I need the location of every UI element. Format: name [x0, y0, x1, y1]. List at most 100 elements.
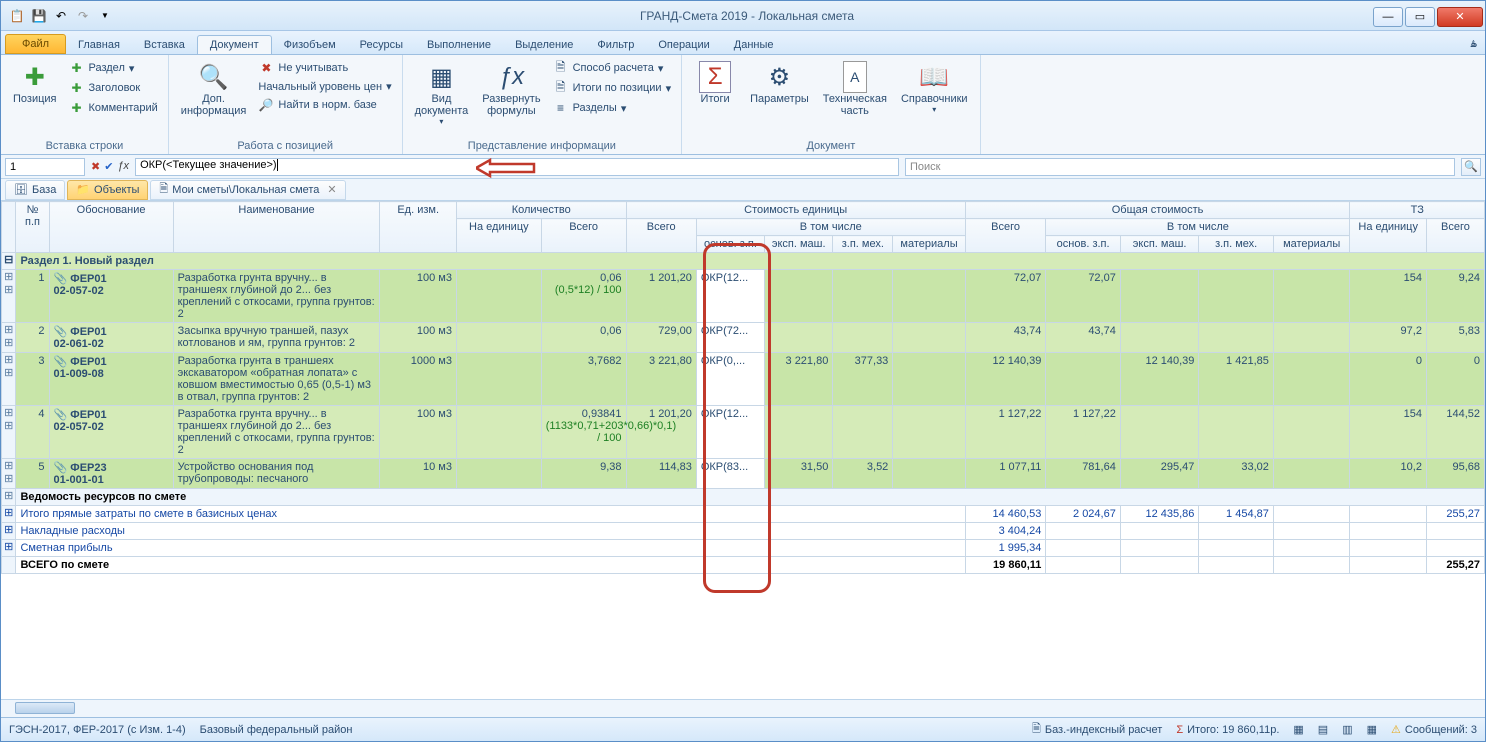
- col-naim[interactable]: Наименование: [173, 202, 380, 253]
- warning-icon: ⚠: [1391, 723, 1401, 736]
- maximize-button[interactable]: ▭: [1405, 7, 1435, 27]
- ne-uchit-button[interactable]: ✖Не учитывать: [256, 59, 393, 77]
- status-region: Базовый федеральный район: [200, 724, 353, 736]
- total-row: ⊞Накладные расходы3 404,24: [2, 523, 1485, 540]
- tab-main[interactable]: Главная: [66, 36, 132, 54]
- col-tz[interactable]: ТЗ: [1350, 202, 1485, 219]
- status-view2[interactable]: ▤: [1318, 723, 1328, 736]
- accept-formula-icon[interactable]: ✔: [104, 160, 113, 173]
- horizontal-scrollbar[interactable]: [1, 699, 1485, 717]
- calc-icon: 🗎: [1032, 720, 1041, 739]
- estimate-grid[interactable]: № п.п Обоснование Наименование Ед. изм. …: [1, 201, 1485, 699]
- minimize-button[interactable]: —: [1373, 7, 1403, 27]
- col-ed[interactable]: Ед. изм.: [380, 202, 457, 253]
- cell-reference-input[interactable]: [5, 158, 85, 176]
- col-num[interactable]: № п.п: [16, 202, 49, 253]
- doctab-baza[interactable]: 🗄База: [5, 180, 65, 200]
- table-row: ⊞ ⊞2📎 ФЕР0102-061-02Засыпка вручную тран…: [2, 323, 1485, 353]
- parametry-button[interactable]: ⚙Параметры: [746, 59, 813, 107]
- itogi-button[interactable]: ΣИтоги: [690, 59, 740, 107]
- plus-small-icon: ✚: [69, 100, 85, 116]
- tab-operations[interactable]: Операции: [646, 36, 721, 54]
- quick-access-toolbar: 📋 💾 ↶ ↷ ▼: [1, 8, 121, 24]
- summary-icon: 🗎: [553, 80, 569, 96]
- qat-dropdown-icon[interactable]: ▼: [97, 8, 113, 24]
- col-stoim-ed[interactable]: Стоимость единицы: [626, 202, 965, 219]
- comment-button[interactable]: ✚Комментарий: [67, 99, 160, 117]
- cross-icon: ✖: [258, 60, 274, 76]
- table-icon: ▦: [425, 61, 457, 93]
- vid-dokumenta-button[interactable]: ▦ Вид документа▾: [411, 59, 473, 128]
- sposob-rascheta-button[interactable]: 🗎Способ расчета ▾: [551, 59, 674, 77]
- status-itogo[interactable]: ΣИтого: 19 860,11р.: [1176, 724, 1279, 736]
- tab-selection[interactable]: Выделение: [503, 36, 585, 54]
- annotation-arrow-icon: [476, 156, 536, 180]
- book-icon: 📖: [918, 61, 950, 93]
- razvernut-formuly-button[interactable]: ƒx Развернуть формулы: [478, 59, 544, 119]
- razdel-button[interactable]: ✚Раздел ▾: [67, 59, 160, 77]
- fx-icon: ƒx: [495, 61, 527, 93]
- doctab-smeta[interactable]: 🗎Мои сметы\Локальная смета✕: [150, 180, 345, 200]
- calc-icon: 🗎: [553, 60, 569, 76]
- status-view3[interactable]: ▥: [1342, 723, 1352, 736]
- save-icon[interactable]: 💾: [31, 8, 47, 24]
- tab-document[interactable]: Документ: [197, 35, 272, 54]
- search-input[interactable]: Поиск: [905, 158, 1455, 176]
- document-tabs: 🗄База 📁Объекты 🗎Мои сметы\Локальная смет…: [1, 179, 1485, 201]
- gear-icon: ⚙: [763, 61, 795, 93]
- search-db-icon: 🔎: [258, 97, 274, 113]
- tab-insert[interactable]: Вставка: [132, 36, 197, 54]
- statusbar: ГЭСН-2017, ФЕР-2017 (с Изм. 1-4) Базовый…: [1, 717, 1485, 741]
- itogi-pozicii-button[interactable]: 🗎Итоги по позиции ▾: [551, 79, 674, 97]
- folder-icon: 📁: [76, 183, 90, 196]
- section-header-row: ⊟Раздел 1. Новый раздел: [2, 253, 1485, 270]
- table-row: ⊞ ⊞4📎 ФЕР0102-057-02Разработка грунта вр…: [2, 406, 1485, 459]
- redo-icon[interactable]: ↷: [75, 8, 91, 24]
- formula-bar: ✖ ✔ ƒx ОКР(<Текущее значение>) Поиск 🔍: [1, 155, 1485, 179]
- tab-resources[interactable]: Ресурсы: [348, 36, 415, 54]
- naiti-button[interactable]: 🔎Найти в норм. базе: [256, 96, 393, 114]
- ribbon-tabs: Файл Главная Вставка Документ Физобъем Р…: [1, 31, 1485, 55]
- doc-a-icon: A: [843, 61, 867, 93]
- titlebar: 📋 💾 ↶ ↷ ▼ ГРАНД-Смета 2019 - Локальная с…: [1, 1, 1485, 31]
- col-obos[interactable]: Обоснование: [49, 202, 173, 253]
- tab-filter[interactable]: Фильтр: [585, 36, 646, 54]
- db-icon: 🗄: [14, 183, 28, 196]
- tech-chast-button[interactable]: AТехническая часть: [819, 59, 891, 119]
- status-view1[interactable]: ▦: [1293, 723, 1303, 736]
- nach-uroven-button[interactable]: Начальный уровень цен ▾: [256, 79, 393, 94]
- close-icon[interactable]: ✕: [327, 183, 336, 196]
- application-window: 📋 💾 ↶ ↷ ▼ ГРАНД-Смета 2019 - Локальная с…: [0, 0, 1486, 742]
- scrollbar-thumb[interactable]: [15, 702, 75, 714]
- tab-data[interactable]: Данные: [722, 36, 786, 54]
- cancel-formula-icon[interactable]: ✖: [91, 160, 100, 173]
- ribbon-help-icon[interactable]: ۿ: [1463, 33, 1485, 54]
- table-row: ⊞ ⊞1📎 ФЕР0102-057-02Разработка грунта вр…: [2, 270, 1485, 323]
- magnifier-icon: 🔍: [198, 61, 230, 93]
- doctab-objects[interactable]: 📁Объекты: [67, 180, 148, 200]
- status-calc-type[interactable]: 🗎Баз.-индексный расчет: [1032, 720, 1162, 739]
- table-row: ⊞ ⊞5📎 ФЕР2301-001-01Устройство основания…: [2, 459, 1485, 489]
- tab-execution[interactable]: Выполнение: [415, 36, 503, 54]
- col-obsh[interactable]: Общая стоимость: [965, 202, 1350, 219]
- ribbon: ✚ Позиция ✚Раздел ▾ ✚Заголовок ✚Коммента…: [1, 55, 1485, 155]
- undo-icon[interactable]: ↶: [53, 8, 69, 24]
- razdely-button[interactable]: ≡Разделы ▾: [551, 99, 674, 117]
- position-button[interactable]: ✚ Позиция: [9, 59, 61, 107]
- status-messages[interactable]: ⚠Сообщений: 3: [1391, 723, 1477, 736]
- tab-fizobem[interactable]: Физобъем: [272, 36, 348, 54]
- close-button[interactable]: ✕: [1437, 7, 1483, 27]
- plus-small-icon: ✚: [69, 80, 85, 96]
- fx-label-icon[interactable]: ƒx: [117, 160, 129, 173]
- spravochniki-button[interactable]: 📖Справочники▾: [897, 59, 972, 116]
- status-norms: ГЭСН-2017, ФЕР-2017 (с Изм. 1-4): [9, 724, 186, 736]
- file-tab[interactable]: Файл: [5, 34, 66, 54]
- zagolovok-button[interactable]: ✚Заголовок: [67, 79, 160, 97]
- formula-input[interactable]: ОКР(<Текущее значение>): [135, 158, 899, 176]
- sigma-icon: Σ: [1176, 724, 1183, 736]
- status-view4[interactable]: ▦: [1367, 723, 1377, 736]
- dopinfo-button[interactable]: 🔍 Доп. информация: [177, 59, 251, 119]
- search-button[interactable]: 🔍: [1461, 158, 1481, 176]
- grand-total-row: ВСЕГО по смете19 860,11255,27: [2, 557, 1485, 574]
- col-kol[interactable]: Количество: [456, 202, 626, 219]
